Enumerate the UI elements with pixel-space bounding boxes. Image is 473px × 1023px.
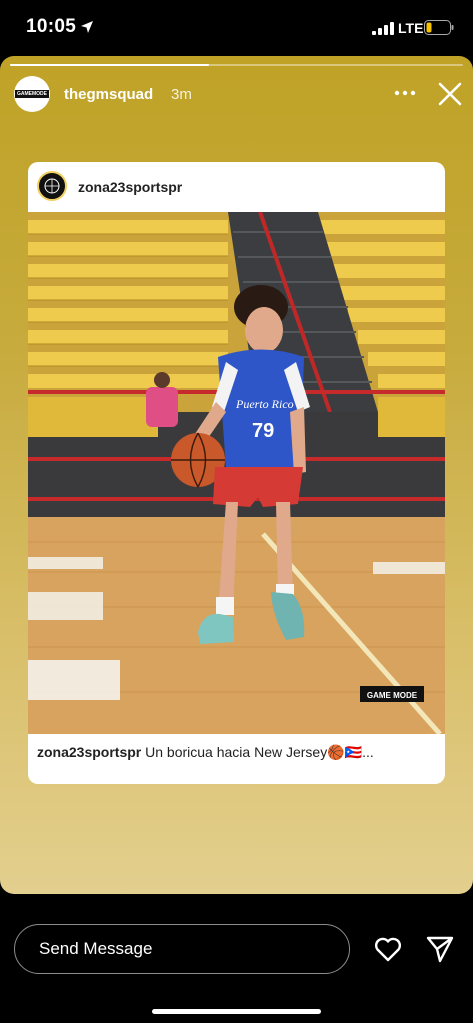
close-icon[interactable]: [436, 80, 464, 108]
caption-text: Un boricua hacia New Jersey🏀🇵🇷...: [145, 744, 374, 760]
caption-username[interactable]: zona23sportspr: [37, 744, 141, 760]
story-progress-bar: [10, 64, 463, 66]
story-progress-fill: [10, 64, 210, 66]
story-avatar[interactable]: GAMEMODE: [14, 76, 50, 112]
post-avatar[interactable]: [37, 171, 67, 201]
post-photo[interactable]: 79 Puerto Rico GAME MODE: [28, 212, 445, 734]
story-viewer[interactable]: GAMEMODE thegmsquad 3m zona23sportspr 79…: [0, 56, 473, 894]
battery-icon: [424, 20, 454, 35]
send-icon[interactable]: [425, 934, 455, 964]
jersey-team: Puerto Rico: [235, 397, 294, 411]
basketball-logo-icon: [44, 178, 60, 194]
network-label: LTE: [398, 20, 424, 36]
status-bar: 10:05 LTE: [0, 0, 473, 56]
heart-icon[interactable]: [373, 934, 403, 964]
story-avatar-logo: GAMEMODE: [15, 90, 49, 98]
gamemode-watermark: GAME MODE: [367, 691, 418, 700]
post-username[interactable]: zona23sportspr: [78, 179, 182, 195]
signal-icon: [372, 22, 394, 35]
post-header: zona23sportspr: [28, 162, 445, 212]
jersey-number: 79: [252, 420, 274, 442]
shared-post-card[interactable]: zona23sportspr 79 Puerto Rico GAME MODE …: [28, 162, 445, 784]
send-message-input[interactable]: [14, 924, 350, 974]
story-username[interactable]: thegmsquad: [64, 86, 153, 103]
location-arrow-icon: [81, 21, 93, 33]
home-indicator: [152, 1009, 321, 1014]
post-caption[interactable]: zona23sportspr Un boricua hacia New Jers…: [37, 744, 437, 761]
status-time: 10:05: [26, 16, 77, 37]
more-options-icon[interactable]: [392, 82, 418, 104]
story-time-ago: 3m: [171, 86, 192, 103]
